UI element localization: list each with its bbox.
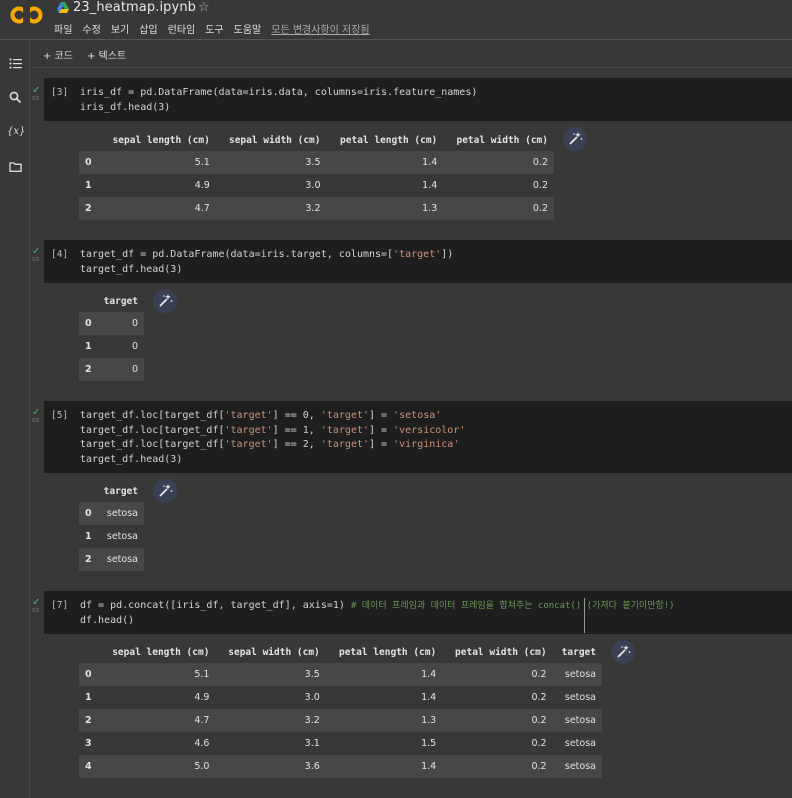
column-header: petal width (cm) [455,646,547,658]
table-row: 1 4.9 3.0 1.4 0.2 setosa [79,686,602,709]
execution-count: [7] [51,600,69,611]
cell-status: ✓ 0초 [32,407,44,425]
table-row: 2 4.7 3.2 1.3 0.2 setosa [79,709,602,732]
code-editor[interactable]: target_df.loc[target_df['target'] == 0, … [80,409,465,467]
table-row: 1 setosa [79,525,144,548]
code-editor[interactable]: iris_df = pd.DataFrame(data=iris.data, c… [80,86,477,115]
column-header: petal length (cm) [338,646,437,658]
code-editor[interactable]: df = pd.concat([iris_df, target_df], axi… [80,599,675,628]
variables-icon[interactable]: {x} [7,125,25,138]
table-row: 1 0 [79,335,144,358]
cell-status: ✓ 0초 [32,85,44,103]
toc-icon[interactable] [9,57,22,70]
table-row: 4 5.0 3.6 1.4 0.2 setosa [79,755,602,778]
notebook-toolbar: + 코드 + 텍스트 [31,41,792,68]
table-row: 3 4.6 3.1 1.5 0.2 setosa [79,732,602,755]
execution-count: [5] [51,410,69,421]
column-header: sepal width (cm) [228,134,321,146]
column-header: target [103,295,138,307]
column-header: target [561,646,596,658]
menu-view[interactable]: 보기 [111,21,129,36]
table-row: 2 4.7 3.2 1.3 0.2 [79,197,554,220]
check-icon: ✓ [32,407,41,418]
column-header: target [103,485,138,497]
code-cell[interactable]: [3] iris_df = pd.DataFrame(data=iris.dat… [44,78,792,121]
table-row: 0 0 [79,312,144,335]
table-row: 0 setosa [79,502,144,525]
table-header: sepal length (cm) sepal width (cm) petal… [79,641,602,663]
menu-bar: 파일 수정 보기 삽입 런타임 도구 도움말 모든 변경사항이 저장됨 [54,21,380,36]
menu-runtime[interactable]: 런타임 [168,21,196,36]
cell-status: ✓ 0초 [32,246,44,264]
dataframe-output: sepal length (cm) sepal width (cm) petal… [79,129,554,220]
left-sidebar: {x} [0,41,30,798]
folder-icon[interactable] [9,160,22,173]
table-row: 0 5.1 3.5 1.4 0.2 setosa [79,663,602,686]
star-icon[interactable]: ☆ [198,0,210,15]
table-row: 2 0 [79,358,144,381]
colab-logo-icon[interactable] [10,4,44,26]
magic-wand-icon[interactable] [611,640,635,664]
table-header: sepal length (cm) sepal width (cm) petal… [79,129,554,151]
code-cell[interactable]: [7] df = pd.concat([iris_df, target_df],… [44,591,792,634]
check-icon: ✓ [32,246,41,257]
add-text-button[interactable]: + 텍스트 [87,47,126,62]
notebook-title[interactable]: 23_heatmap.ipynb [73,0,196,15]
menu-file[interactable]: 파일 [54,21,72,36]
add-code-button[interactable]: + 코드 [43,47,73,62]
drive-icon [57,2,69,13]
dataframe-output: sepal length (cm) sepal width (cm) petal… [79,641,602,778]
code-cell[interactable]: [4] target_df = pd.DataFrame(data=iris.t… [44,240,792,283]
menu-insert[interactable]: 삽입 [139,21,157,36]
app-header: 23_heatmap.ipynb ☆ 파일 수정 보기 삽입 런타임 도구 도움… [0,0,792,40]
execution-count: [3] [51,87,69,98]
cell-status: ✓ 0초 [32,597,44,615]
magic-wand-icon[interactable] [153,479,177,503]
column-header: petal length (cm) [340,134,438,146]
check-icon: ✓ [32,85,41,96]
column-header: petal width (cm) [456,134,548,146]
table-row: 1 4.9 3.0 1.4 0.2 [79,174,554,197]
magic-wand-icon[interactable] [563,127,587,151]
dataframe-output: target 0 0 1 0 2 0 [79,290,144,381]
dataframe-output: target 0 setosa 1 setosa 2 setosa [79,480,144,571]
table-row: 2 setosa [79,548,144,571]
search-icon[interactable] [9,91,22,104]
column-header: sepal length (cm) [112,646,210,658]
menu-help[interactable]: 도움말 [234,21,262,36]
table-header: target [79,290,144,312]
column-header: sepal width (cm) [228,646,320,658]
column-header: sepal length (cm) [112,134,210,146]
menu-edit[interactable]: 수정 [82,21,100,36]
code-cell[interactable]: [5] target_df.loc[target_df['target'] ==… [44,401,792,473]
table-header: target [79,480,144,502]
menu-tools[interactable]: 도구 [205,21,223,36]
check-icon: ✓ [32,597,41,608]
magic-wand-icon[interactable] [153,289,177,313]
text-cursor [584,598,585,633]
code-editor[interactable]: target_df = pd.DataFrame(data=iris.targe… [80,248,453,277]
save-status[interactable]: 모든 변경사항이 저장됨 [271,21,369,36]
table-row: 0 5.1 3.5 1.4 0.2 [79,151,554,174]
execution-count: [4] [51,249,69,260]
